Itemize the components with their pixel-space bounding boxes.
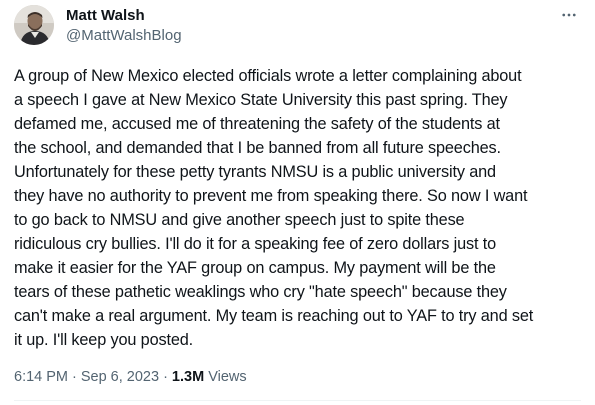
author-display-name[interactable]: Matt Walsh: [66, 6, 182, 26]
author-block: Matt Walsh @MattWalshBlog: [66, 6, 182, 46]
more-horizontal-icon: [562, 13, 576, 17]
tweet-date[interactable]: Sep 6, 2023: [81, 369, 159, 385]
meta-separator: ·: [163, 369, 168, 385]
tweet-card: Matt Walsh @MattWalshBlog A group of New…: [0, 0, 595, 405]
views-label: Views: [208, 369, 247, 385]
tweet-text: A group of New Mexico elected officials …: [14, 67, 534, 349]
tweet-time[interactable]: 6:14 PM: [14, 369, 68, 385]
divider: [14, 400, 581, 401]
more-options-button[interactable]: [557, 3, 581, 27]
avatar[interactable]: [14, 5, 54, 45]
profile-photo-icon: [14, 5, 54, 45]
author-handle[interactable]: @MattWalshBlog: [66, 26, 182, 46]
views-count[interactable]: 1.3M: [172, 369, 204, 385]
tweet-meta: 6:14 PM · Sep 6, 2023 · 1.3M Views: [14, 367, 247, 387]
meta-separator: ·: [72, 369, 77, 385]
